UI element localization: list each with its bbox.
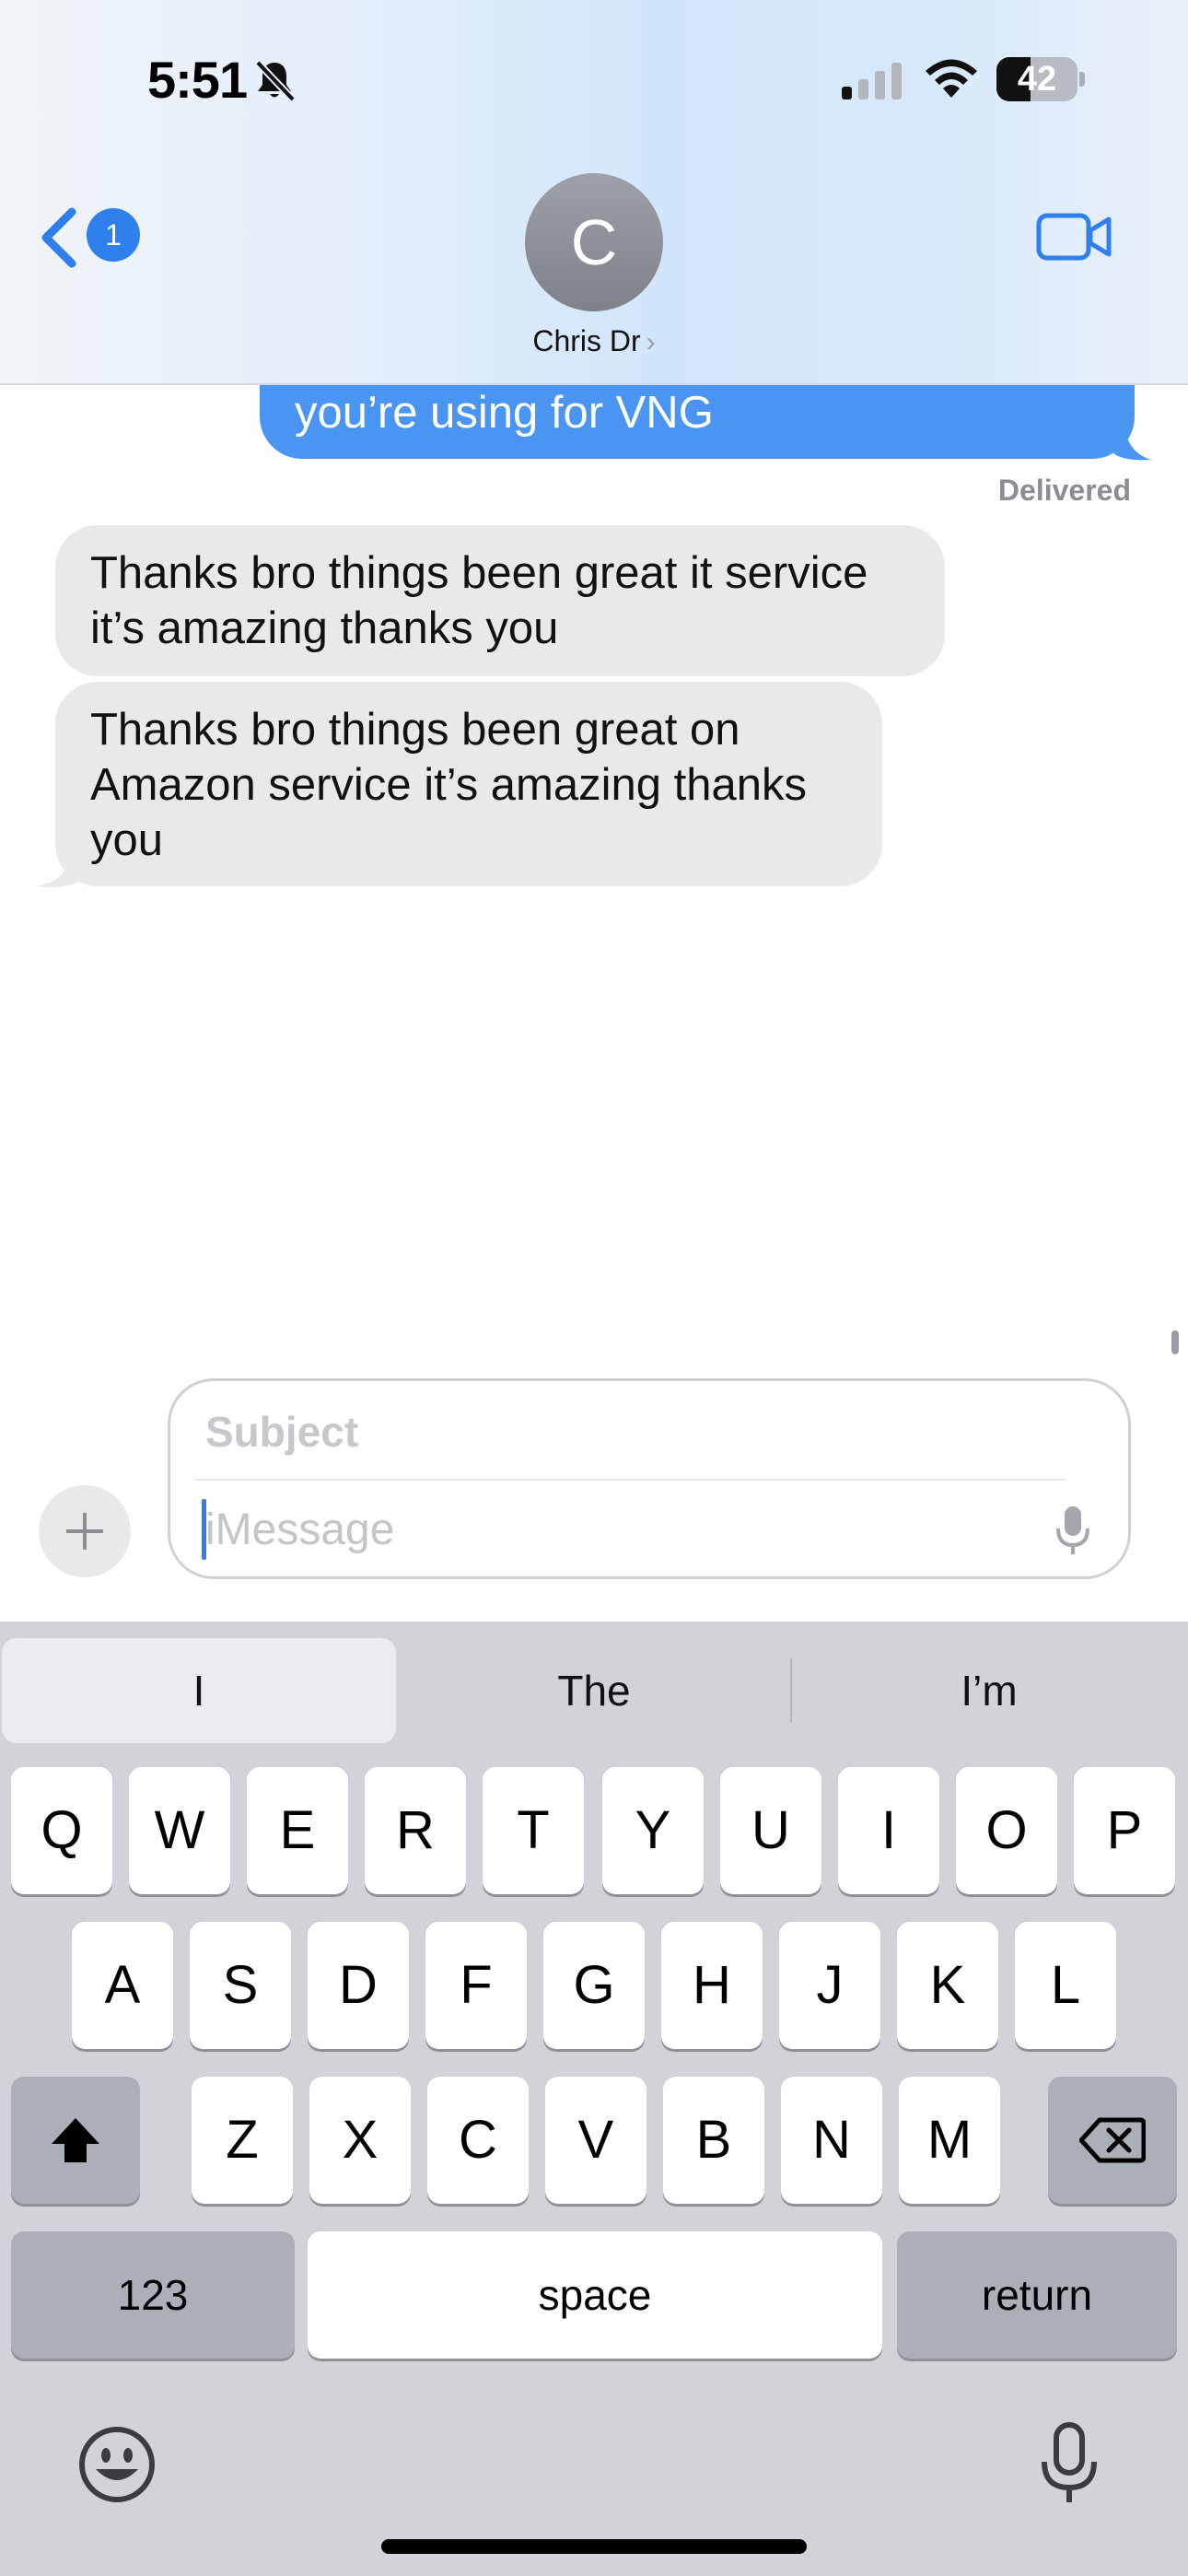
battery-icon: 42 [996, 57, 1085, 101]
suggestion-item[interactable]: I’m [792, 1638, 1186, 1743]
key-q[interactable]: Q [11, 1767, 112, 1894]
space-key[interactable]: space [308, 2231, 882, 2359]
key-i[interactable]: I [838, 1767, 939, 1894]
conversation-header: 5:51 42 1 C Chris Dr › [0, 0, 1188, 385]
dictation-icon[interactable] [1039, 2421, 1100, 2506]
key-o[interactable]: O [956, 1767, 1057, 1894]
message-input[interactable] [205, 1499, 1016, 1560]
key-r[interactable]: R [365, 1767, 466, 1894]
microphone-icon[interactable] [1054, 1505, 1091, 1556]
key-m[interactable]: M [899, 2077, 1000, 2204]
compose-box[interactable] [168, 1378, 1131, 1579]
outgoing-message-text: you’re using for VNG [295, 388, 714, 438]
suggestion-item[interactable]: The [396, 1638, 792, 1743]
contact-name: Chris Dr [532, 324, 641, 357]
key-c[interactable]: C [427, 2077, 529, 2204]
signal-icon [842, 63, 902, 100]
key-b[interactable]: B [663, 2077, 764, 2204]
incoming-message-text: Thanks bro things been great on Amazon s… [90, 705, 807, 865]
key-n[interactable]: N [781, 2077, 882, 2204]
key-a[interactable]: A [72, 1922, 173, 2049]
key-f[interactable]: F [425, 1922, 527, 2049]
keyboard: I The I’m Q W E R T Y U I O P A S D F G … [0, 1622, 1188, 2576]
bell-slash-icon [255, 60, 296, 102]
delete-key[interactable] [1048, 2077, 1177, 2204]
emoji-icon[interactable] [77, 2425, 157, 2504]
key-k[interactable]: K [897, 1922, 998, 2049]
key-z[interactable]: Z [192, 2077, 293, 2204]
key-g[interactable]: G [543, 1922, 645, 2049]
key-e[interactable]: E [247, 1767, 348, 1894]
contact-name-button[interactable]: Chris Dr › [460, 324, 728, 358]
key-y[interactable]: Y [602, 1767, 704, 1894]
unread-badge: 1 [87, 208, 140, 262]
status-time: 5:51 [147, 51, 248, 109]
shift-key[interactable] [11, 2077, 140, 2204]
wifi-icon [926, 59, 977, 98]
delete-icon [1079, 2117, 1146, 2163]
plus-icon[interactable] [39, 1485, 131, 1577]
return-key[interactable]: return [897, 2231, 1177, 2359]
key-u[interactable]: U [720, 1767, 821, 1894]
key-l[interactable]: L [1015, 1922, 1116, 2049]
incoming-message-bubble[interactable]: Thanks bro things been great it service … [55, 525, 945, 676]
chevron-left-icon [41, 207, 76, 268]
subject-input[interactable] [205, 1405, 1034, 1458]
key-j[interactable]: J [779, 1922, 880, 2049]
back-button[interactable]: 1 [37, 203, 140, 276]
chevron-right-icon: › [646, 327, 656, 357]
key-x[interactable]: X [309, 2077, 411, 2204]
battery-level: 42 [1017, 60, 1057, 99]
key-h[interactable]: H [661, 1922, 763, 2049]
incoming-message-bubble[interactable]: Thanks bro things been great on Amazon s… [55, 682, 882, 886]
bubble-tail [37, 846, 83, 887]
delivered-status: Delivered [997, 474, 1131, 507]
avatar[interactable]: C [525, 173, 663, 311]
key-w[interactable]: W [129, 1767, 230, 1894]
key-p[interactable]: P [1074, 1767, 1175, 1894]
video-camera-icon[interactable] [1035, 208, 1112, 265]
home-indicator[interactable] [381, 2539, 807, 2554]
key-s[interactable]: S [190, 1922, 291, 2049]
shift-icon [52, 2118, 99, 2162]
key-t[interactable]: T [483, 1767, 584, 1894]
key-d[interactable]: D [308, 1922, 409, 2049]
compose-divider [194, 1479, 1066, 1481]
suggestion-item[interactable]: I [2, 1638, 396, 1743]
incoming-message-text: Thanks bro things been great it service … [90, 548, 868, 653]
scrollbar[interactable] [1171, 1330, 1179, 1354]
numbers-key[interactable]: 123 [11, 2231, 295, 2359]
key-v[interactable]: V [545, 2077, 646, 2204]
